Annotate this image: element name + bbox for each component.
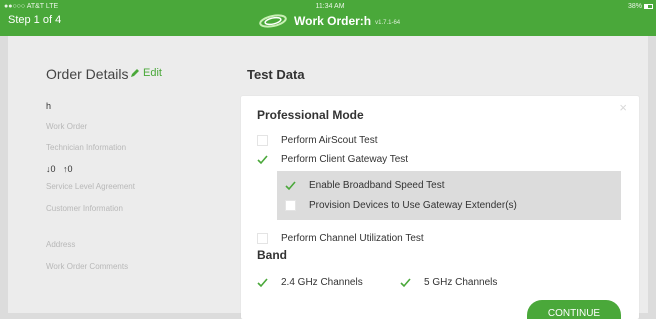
sla-up-value: ↑0 (63, 164, 73, 174)
gateway-sub-options (277, 171, 621, 220)
app-title-group: Work Order:h v1.7.1-64 (258, 12, 400, 30)
clock: 11:34 AM (315, 3, 345, 10)
band-5ghz-option[interactable]: 5 GHz Channels (400, 277, 497, 288)
battery-icon (644, 4, 653, 9)
checkbox-unchecked[interactable] (285, 200, 296, 211)
band-2-4ghz-option[interactable]: 2.4 GHz Channels (257, 277, 363, 288)
option-label: Perform Channel Utilization Test (281, 233, 424, 244)
technician-info-label: Technician Information (46, 143, 127, 152)
checkmark-icon[interactable] (285, 180, 296, 191)
client-gateway-test-option[interactable]: Perform Client Gateway Test (257, 154, 408, 165)
pencil-icon (131, 69, 139, 77)
airscout-test-option[interactable]: Perform AirScout Test (257, 135, 378, 146)
edit-button[interactable]: Edit (130, 67, 162, 79)
sla-values: ↓0 ↑0 (46, 164, 73, 174)
band-title: Band (257, 248, 287, 262)
battery-percent: 38% (627, 3, 642, 10)
checkmark-icon[interactable] (400, 277, 411, 288)
checkbox-unchecked[interactable] (257, 135, 268, 146)
left-edge (0, 36, 8, 319)
option-label: Perform Client Gateway Test (281, 154, 409, 165)
professional-mode-title: Professional Mode (257, 108, 364, 122)
close-icon[interactable]: × (619, 100, 627, 115)
checkbox-unchecked[interactable] (257, 233, 268, 244)
provision-extender-option[interactable]: Provision Devices to Use Gateway Extende… (285, 200, 517, 211)
step-indicator: Step 1 of 4 (8, 14, 62, 26)
channel-utilization-test-option[interactable]: Perform Channel Utilization Test (257, 233, 424, 244)
page-title: Work Order:h (294, 14, 372, 28)
sla-label: Service Level Agreement (46, 182, 135, 191)
app-version: v1.7.1-64 (375, 19, 401, 26)
test-data-title: Test Data (247, 67, 305, 82)
option-label: 2.4 GHz Channels (281, 277, 363, 288)
work-order-comments-label: Work Order Comments (46, 262, 129, 271)
option-label: 5 GHz Channels (424, 277, 498, 288)
order-details-title: Order Details (46, 66, 129, 82)
edit-label: Edit (143, 67, 162, 79)
work-order-value: h (46, 101, 52, 111)
sla-down-value: ↓0 (46, 164, 56, 174)
option-label: Perform AirScout Test (281, 135, 378, 146)
app-header: ●●○○○ AT&T LTE 11:34 AM 38% Step 1 of 4 … (0, 0, 656, 36)
customer-info-label: Customer Information (46, 204, 123, 213)
address-label: Address (46, 240, 76, 249)
checkmark-icon[interactable] (257, 154, 268, 165)
option-label: Provision Devices to Use Gateway Extende… (309, 200, 517, 211)
swirl-logo-icon (259, 14, 287, 28)
work-order-label: Work Order (46, 122, 88, 131)
professional-mode-card: × Professional Mode Perform AirScout Tes… (241, 96, 639, 319)
carrier-status: ●●○○○ AT&T LTE (4, 3, 59, 10)
right-edge (648, 36, 656, 319)
broadband-speed-test-option[interactable]: Enable Broadband Speed Test (285, 180, 444, 191)
checkmark-icon[interactable] (257, 277, 268, 288)
option-label: Enable Broadband Speed Test (309, 180, 445, 191)
continue-button[interactable]: CONTINUE (527, 300, 621, 319)
